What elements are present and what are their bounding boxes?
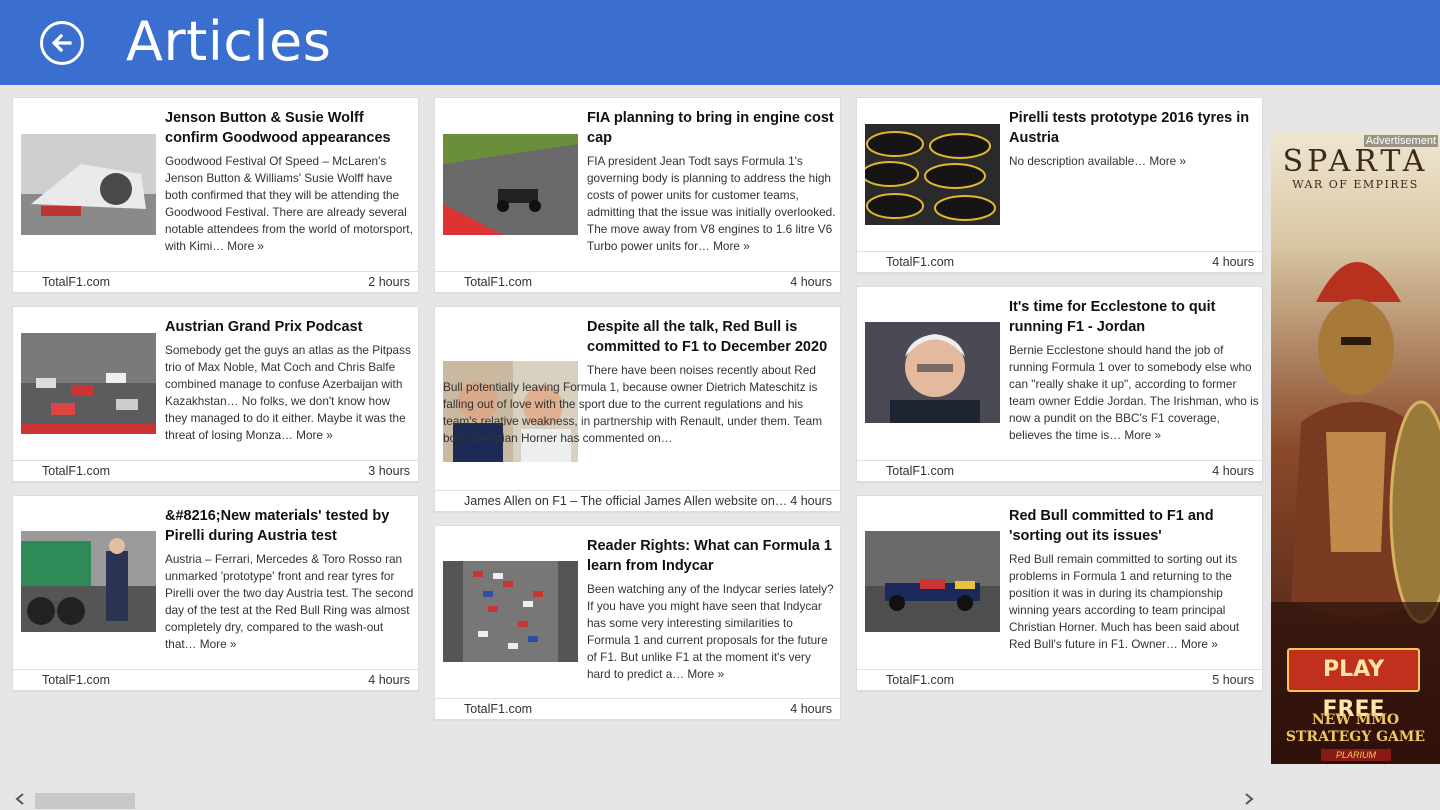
article-source: TotalF1.com: [464, 702, 533, 716]
article-card[interactable]: FIA planning to bring in engine cost cap…: [434, 97, 841, 293]
article-description: There have been noises recently about Re…: [443, 363, 823, 445]
article-description: No description available… More »: [1009, 154, 1187, 168]
article-footer: James Allen on F1 – The official James A…: [435, 490, 840, 511]
more-link[interactable]: More »: [227, 239, 264, 253]
article-title: Despite all the talk, Red Bull is commit…: [587, 319, 828, 355]
advertisement-banner[interactable]: Advertisement SPARTA WAR OF EMPIRES PLAY…: [1271, 132, 1440, 764]
article-description: Austria – Ferrari, Mercedes & Toro Rosso…: [165, 552, 414, 651]
more-link[interactable]: More »: [1181, 637, 1218, 651]
article-footer: TotalF1.com 3 hours: [13, 460, 418, 481]
article-thumbnail: [21, 531, 156, 632]
article-time: 4 hours: [1212, 255, 1254, 269]
article-time: 4 hours: [790, 702, 832, 716]
article-footer: TotalF1.com 4 hours: [435, 698, 840, 719]
article-title: &#8216;New materials' tested by Pirelli …: [165, 508, 390, 544]
ad-tagline-line-1: NEW MMO: [1311, 712, 1400, 728]
article-source: TotalF1.com: [886, 673, 955, 687]
more-link[interactable]: More »: [200, 637, 237, 651]
article-title: FIA planning to bring in engine cost cap: [587, 110, 834, 146]
more-link[interactable]: More »: [296, 428, 333, 442]
article-thumbnail: [865, 531, 1000, 632]
chevron-left-icon[interactable]: [5, 792, 35, 810]
article-thumbnail: [443, 561, 578, 662]
article-source: TotalF1.com: [42, 464, 111, 478]
ad-tagline: NEW MMO STRATEGY GAME: [1271, 712, 1440, 746]
article-description: Been watching any of the Indycar series …: [587, 582, 834, 681]
article-time: 5 hours: [1212, 673, 1254, 687]
article-title: Red Bull committed to F1 and 'sorting ou…: [1009, 508, 1214, 544]
ad-tagline-line-2: STRATEGY GAME: [1285, 729, 1426, 745]
horizontal-scrollbar[interactable]: [0, 792, 1271, 810]
article-card[interactable]: Red Bull committed to F1 and 'sorting ou…: [856, 495, 1263, 691]
article-description: Goodwood Festival Of Speed – McLaren's J…: [165, 154, 413, 253]
chevron-right-icon[interactable]: [1234, 792, 1264, 810]
article-source: TotalF1.com: [886, 255, 955, 269]
article-source: James Allen on F1 – The official James A…: [464, 494, 788, 508]
article-time: 4 hours: [790, 275, 832, 289]
play-free-button[interactable]: PLAY FREE: [1287, 648, 1420, 722]
article-time: 4 hours: [1212, 464, 1254, 478]
article-card[interactable]: Pirelli tests prototype 2016 tyres in Au…: [856, 97, 1263, 273]
article-thumbnail: [865, 124, 1000, 225]
article-title: It's time for Ecclestone to quit running…: [1009, 299, 1216, 335]
article-footer: TotalF1.com 2 hours: [13, 271, 418, 292]
back-arrow-icon: [51, 33, 72, 53]
article-title: Austrian Grand Prix Podcast: [165, 319, 363, 335]
article-card[interactable]: Despite all the talk, Red Bull is commit…: [434, 306, 841, 512]
article-time: 2 hours: [368, 275, 410, 289]
article-description: Red Bull remain committed to sorting out…: [1009, 552, 1240, 651]
article-card[interactable]: Austrian Grand Prix Podcast Somebody get…: [12, 306, 419, 482]
article-footer: TotalF1.com 4 hours: [857, 460, 1262, 481]
article-time: 3 hours: [368, 464, 410, 478]
ad-title: SPARTA: [1282, 144, 1429, 179]
more-link[interactable]: More »: [687, 667, 724, 681]
article-footer: TotalF1.com 4 hours: [857, 251, 1262, 272]
back-button[interactable]: [40, 21, 84, 65]
article-thumbnail: [443, 134, 578, 235]
article-footer: TotalF1.com 4 hours: [13, 669, 418, 690]
article-time: 4 hours: [368, 673, 410, 687]
more-link[interactable]: More »: [1149, 154, 1186, 168]
scrollbar-thumb[interactable]: [35, 793, 135, 809]
article-thumbnail: [21, 134, 156, 235]
article-card[interactable]: &#8216;New materials' tested by Pirelli …: [12, 495, 419, 691]
article-thumbnail: [21, 333, 156, 434]
article-title: Pirelli tests prototype 2016 tyres in Au…: [1009, 110, 1250, 146]
article-title: Reader Rights: What can Formula 1 learn …: [587, 538, 832, 574]
article-card[interactable]: It's time for Ecclestone to quit running…: [856, 286, 1263, 482]
page-title: Articles: [126, 10, 332, 73]
article-source: TotalF1.com: [464, 275, 533, 289]
app-header: Articles: [0, 0, 1440, 85]
article-title: Jenson Button & Susie Wolff confirm Good…: [165, 110, 391, 146]
article-time: 4 hours: [790, 494, 832, 508]
more-link[interactable]: More »: [1124, 428, 1161, 442]
article-thumbnail: [865, 322, 1000, 423]
article-description: Bernie Ecclestone should hand the job of…: [1009, 343, 1259, 442]
article-footer: TotalF1.com 4 hours: [435, 271, 840, 292]
article-source: TotalF1.com: [886, 464, 955, 478]
more-link[interactable]: More »: [713, 239, 750, 253]
article-description: FIA president Jean Todt says Formula 1's…: [587, 154, 836, 253]
ad-brand-logo: PLARIUM: [1321, 749, 1391, 761]
article-source: TotalF1.com: [42, 275, 111, 289]
ad-subtitle: WAR OF EMPIRES: [1292, 178, 1419, 191]
article-footer: TotalF1.com 5 hours: [857, 669, 1262, 690]
article-source: TotalF1.com: [42, 673, 111, 687]
article-card[interactable]: Reader Rights: What can Formula 1 learn …: [434, 525, 841, 720]
article-card[interactable]: Jenson Button & Susie Wolff confirm Good…: [12, 97, 419, 293]
article-description: Somebody get the guys an atlas as the Pi…: [165, 343, 411, 442]
